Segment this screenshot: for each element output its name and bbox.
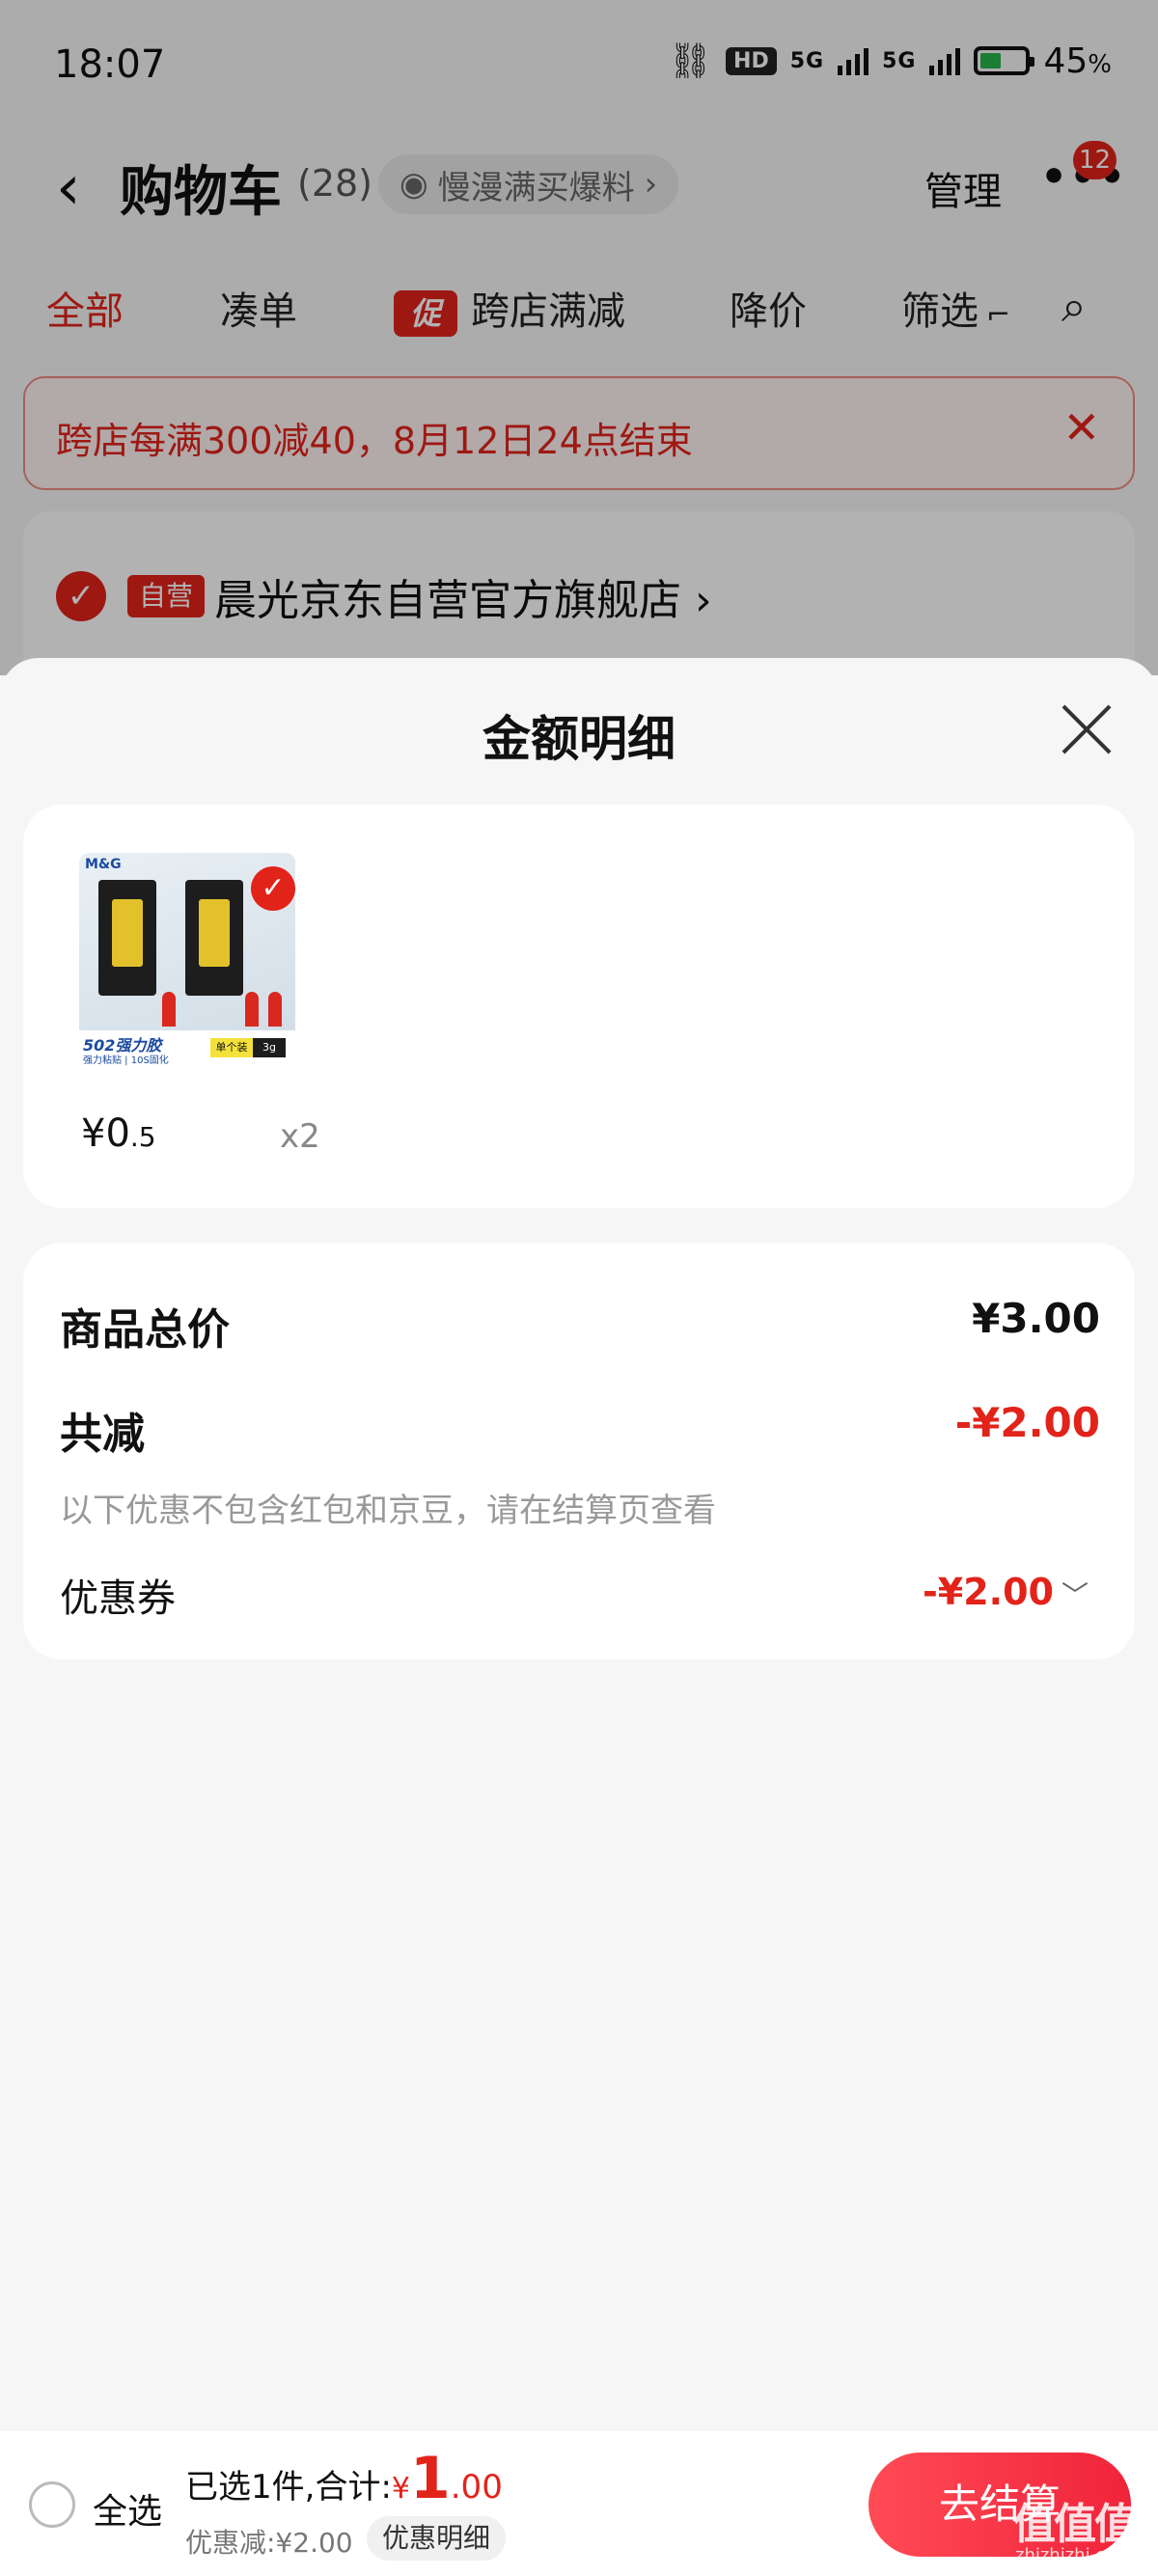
total-price-label: 商品总价 xyxy=(60,1305,230,1355)
select-all-radio[interactable] xyxy=(29,2481,75,2528)
close-icon[interactable] xyxy=(1058,700,1116,758)
product-price: ¥0.5 xyxy=(81,1111,156,1156)
product-image-brand: M&G xyxy=(85,857,122,872)
product-image-size: 3g xyxy=(253,1038,286,1057)
total-int: 1 xyxy=(410,2445,451,2512)
watermark-url: zhizhizhi.com xyxy=(1015,2545,1133,2565)
select-all-label[interactable]: 全选 xyxy=(93,2483,162,2534)
discount-summary: 优惠减:¥2.00 xyxy=(185,2527,353,2559)
product-image-sub: 强力粘贴 | 10S固化 xyxy=(83,1055,169,1066)
chevron-down-icon: ﹀ xyxy=(1061,1579,1089,1611)
product-quantity: x2 xyxy=(280,1117,320,1156)
total-symbol: ¥ xyxy=(391,2472,410,2506)
coupon-value: -¥2.00 xyxy=(923,1571,1054,1613)
product-card: M&G 502强力胶 强力粘贴 | 10S固化 单个装 3g ✓ ¥0.5 x2 xyxy=(23,805,1135,1208)
sheet-title: 金额明细 xyxy=(482,711,676,767)
watermark-logo: 值值值 xyxy=(1013,2500,1137,2549)
coupon-row-toggle[interactable]: -¥2.00 ﹀ xyxy=(923,1571,1089,1613)
coupon-label: 优惠券 xyxy=(60,1576,176,1621)
price-summary-card: 商品总价 ¥3.00 共减 -¥2.00 以下优惠不包含红包和京豆，请在结算页查… xyxy=(23,1243,1135,1659)
total-dec: .00 xyxy=(450,2468,503,2507)
product-image-tag: 单个装 xyxy=(210,1038,253,1057)
dim-overlay[interactable] xyxy=(0,0,1158,675)
discount-value: -¥2.00 xyxy=(954,1399,1100,1446)
check-icon: ✓ xyxy=(251,866,295,911)
discount-detail-button[interactable]: 优惠明细 xyxy=(367,2516,507,2561)
amount-detail-sheet: 金额明细 M&G 502强力胶 强力粘贴 | 10S固化 单个装 3g ✓ ¥0… xyxy=(0,658,1158,2433)
discount-note: 以下优惠不包含红包和京豆，请在结算页查看 xyxy=(60,1492,716,1530)
discount-label: 共减 xyxy=(60,1410,145,1459)
selected-total: 已选1件,合计:¥1.00 xyxy=(185,2445,503,2512)
selected-text: 已选1件,合计: xyxy=(185,2468,392,2507)
checkout-bar: 全选 已选1件,合计:¥1.00 优惠减:¥2.00 优惠明细 去结算 xyxy=(0,2431,1158,2576)
total-price-value: ¥3.00 xyxy=(972,1295,1100,1342)
product-image: M&G 502强力胶 强力粘贴 | 10S固化 单个装 3g ✓ xyxy=(79,853,295,1069)
